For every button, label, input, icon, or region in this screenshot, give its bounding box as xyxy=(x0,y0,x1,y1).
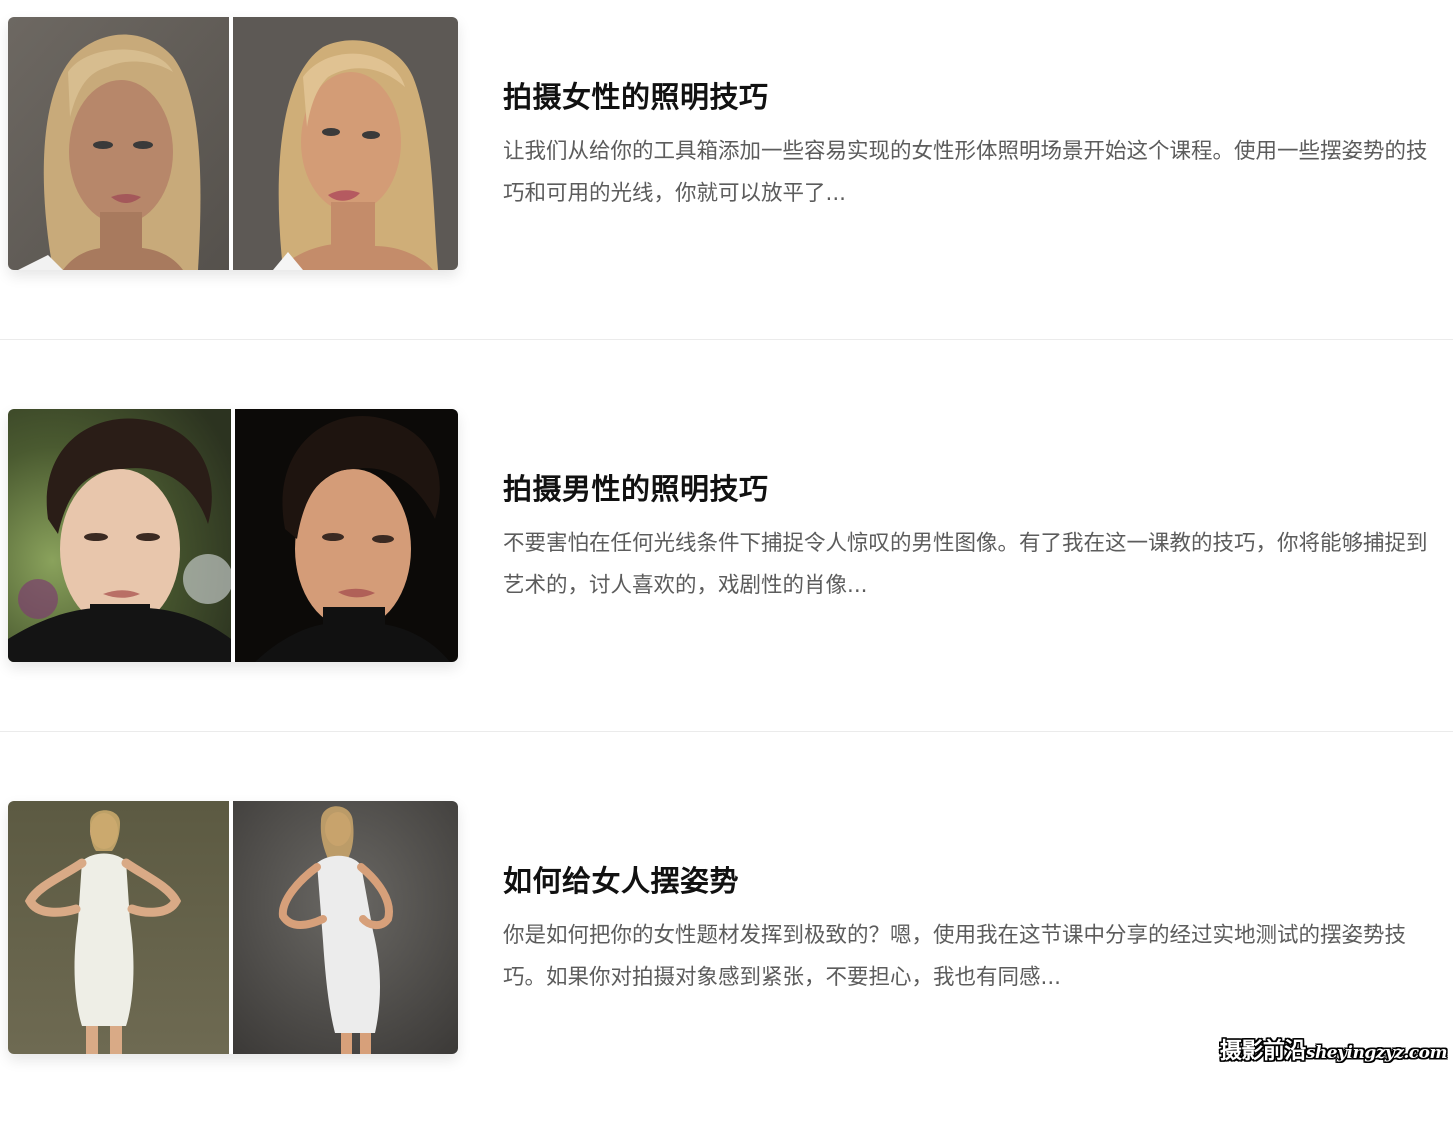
divider xyxy=(0,339,1453,340)
course-thumbnail[interactable] xyxy=(8,17,458,270)
course-card-posing-women: 如何给女人摆姿势 你是如何把你的女性题材发挥到极致的？嗯，使用我在这节课中分享的… xyxy=(0,784,1453,1124)
course-description: 不要害怕在任何光线条件下捕捉令人惊叹的男性图像。有了我在这一课教的技巧，你将能够… xyxy=(503,531,1428,598)
course-card-female-lighting: 拍摄女性的照明技巧 让我们从给你的工具箱添加一些容易实现的女性形体照明场景开始这… xyxy=(0,0,1453,340)
site-watermark: 摄影前沿sheyingzyz.com xyxy=(1219,1033,1448,1065)
man-portrait-outdoor-image xyxy=(8,409,231,662)
woman-full-body-pose-front-image xyxy=(8,801,229,1054)
course-title[interactable]: 如何给女人摆姿势 xyxy=(503,858,739,900)
divider xyxy=(0,731,1453,732)
man-portrait-studio-dark-image xyxy=(235,409,458,662)
woman-portrait-shaped-light-image xyxy=(233,17,458,270)
woman-full-body-pose-angled-image xyxy=(233,801,458,1054)
watermark-url: sheyingzyz.com xyxy=(1305,1043,1448,1063)
course-thumbnail[interactable] xyxy=(8,801,458,1054)
course-description: 你是如何把你的女性题材发挥到极致的？嗯，使用我在这节课中分享的经过实地测试的摆姿… xyxy=(503,923,1407,990)
course-description: 让我们从给你的工具箱添加一些容易实现的女性形体照明场景开始这个课程。使用一些摆姿… xyxy=(503,139,1428,206)
woman-portrait-flat-light-image xyxy=(8,17,229,270)
course-title[interactable]: 拍摄男性的照明技巧 xyxy=(503,466,769,508)
watermark-brand: 摄影前沿 xyxy=(1219,1038,1307,1064)
course-title[interactable]: 拍摄女性的照明技巧 xyxy=(503,74,769,116)
course-thumbnail[interactable] xyxy=(8,409,458,662)
course-card-male-lighting: 拍摄男性的照明技巧 不要害怕在任何光线条件下捕捉令人惊叹的男性图像。有了我在这一… xyxy=(0,392,1453,732)
